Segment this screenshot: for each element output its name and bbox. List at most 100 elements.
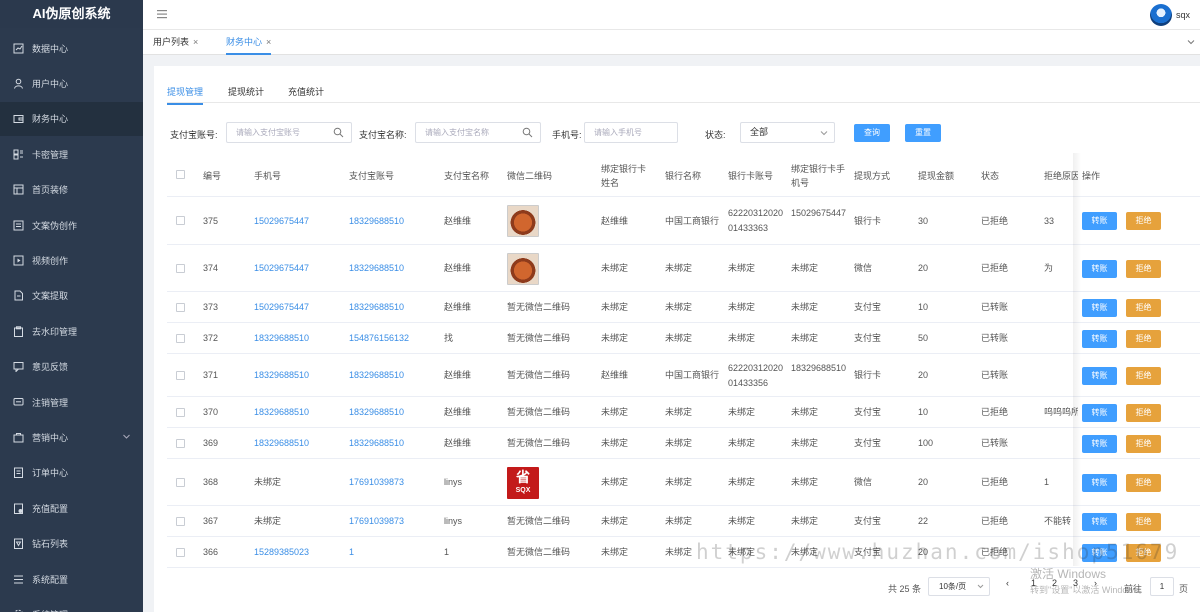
cell-phone[interactable]: 15289385023 (254, 545, 309, 560)
cell-amount: 50 (918, 333, 929, 343)
reject-button[interactable]: 拒绝 (1126, 434, 1161, 453)
sidebar-item-user-center[interactable]: 用户中心 (0, 66, 143, 100)
sidebar-item-watermark[interactable]: 去水印管理 (0, 314, 143, 348)
cell-alipay[interactable]: 17691039873 (349, 475, 404, 490)
wechat-qr-image[interactable]: 省 SQX (507, 466, 539, 499)
row-checkbox[interactable] (176, 370, 185, 380)
sidebar-item-label: 文案伪创作 (32, 220, 78, 231)
cell-card-name: 赵维维 (601, 215, 629, 226)
transfer-button[interactable]: 转账 (1082, 329, 1117, 348)
page-size-select[interactable]: 10条/页 (928, 577, 990, 596)
reject-button[interactable]: 拒绝 (1126, 366, 1161, 385)
cell-alipay[interactable]: 1 (349, 545, 354, 560)
sidebar-item-card-key[interactable]: 卡密管理 (0, 137, 143, 171)
sidebar-item-feedback[interactable]: 意见反馈 (0, 350, 143, 384)
sidebar-item-cancel-manage[interactable]: 注销管理 (0, 385, 143, 419)
tab-recharge-stats[interactable]: 充值统计 (288, 85, 324, 103)
row-checkbox[interactable] (176, 407, 185, 417)
tab-user-list[interactable]: 用户列表 × (153, 30, 198, 55)
reject-button[interactable]: 拒绝 (1126, 212, 1161, 230)
sidebar-item-marketing[interactable]: 营销中心 (0, 420, 143, 454)
cell-phone[interactable]: 18329688510 (254, 436, 309, 451)
sidebar-item-copy-create[interactable]: 文案伪创作 (0, 208, 143, 242)
row-checkbox[interactable] (176, 263, 185, 273)
transfer-button[interactable]: 转账 (1082, 512, 1117, 531)
cell-phone[interactable]: 15029675447 (254, 261, 309, 276)
tab-withdraw-stats[interactable]: 提现统计 (228, 85, 264, 103)
row-checkbox[interactable] (176, 216, 185, 225)
sidebar-item-system-config[interactable]: 系统配置 (0, 562, 143, 596)
cell-alipay[interactable]: 18329688510 (349, 261, 404, 276)
reject-button[interactable]: 拒绝 (1126, 473, 1161, 492)
reject-button[interactable]: 拒绝 (1126, 329, 1161, 348)
close-icon[interactable]: × (266, 37, 271, 47)
phone-input[interactable]: 请输入手机号 (584, 122, 678, 143)
cell-phone[interactable]: 18329688510 (254, 405, 309, 420)
sidebar-item-video-create[interactable]: 视频创作 (0, 243, 143, 277)
sidebar-item-system-manage[interactable]: 系统管理 (0, 597, 143, 612)
qr-logo-caption: SQX (515, 486, 531, 494)
sidebar-item-diamond-list[interactable]: 钻石列表 (0, 527, 143, 561)
cell-alipay[interactable]: 18329688510 (349, 300, 404, 315)
cell-alipay[interactable]: 18329688510 (349, 436, 404, 451)
sidebar-item-finance-center[interactable]: 财务中心 (0, 101, 143, 136)
status-select[interactable]: 全部 (740, 122, 835, 143)
transfer-button[interactable]: 转账 (1082, 366, 1117, 385)
sidebar-item-home-decor[interactable]: 首页装修 (0, 173, 143, 207)
select-all-checkbox[interactable] (176, 170, 185, 179)
username[interactable]: sqx (1176, 10, 1190, 20)
row-checkbox[interactable] (176, 438, 185, 448)
alipay-account-input[interactable]: 请输入支付宝账号 (226, 122, 352, 143)
cell-phone[interactable]: 18329688510 (254, 368, 309, 383)
transfer-button[interactable]: 转账 (1082, 212, 1117, 230)
cell-phone[interactable]: 15029675447 (254, 214, 309, 229)
cell-alipay[interactable]: 17691039873 (349, 514, 404, 529)
search-icon[interactable] (333, 127, 344, 138)
cell-alipay[interactable]: 18329688510 (349, 368, 404, 383)
row-checkbox[interactable] (176, 516, 185, 526)
row-checkbox[interactable] (176, 333, 185, 343)
cell-phone[interactable]: 18329688510 (254, 331, 309, 346)
transfer-button[interactable]: 转账 (1082, 403, 1117, 422)
transfer-button[interactable]: 转账 (1082, 298, 1117, 317)
wechat-qr-image[interactable] (507, 205, 539, 237)
row-checkbox[interactable] (176, 302, 185, 312)
cell-card-phone: 18329688510 (791, 362, 847, 373)
reject-button[interactable]: 拒绝 (1126, 298, 1161, 317)
goto-page-input[interactable]: 1 (1150, 577, 1174, 596)
reject-button[interactable]: 拒绝 (1126, 259, 1161, 278)
cell-phone[interactable]: 15029675447 (254, 300, 309, 315)
transfer-button[interactable]: 转账 (1082, 473, 1117, 492)
prev-page-button[interactable]: ‹ (1006, 578, 1009, 588)
sidebar-item-recharge-config[interactable]: 充值配置 (0, 491, 143, 525)
cell-amount: 100 (918, 438, 934, 448)
alipay-name-input[interactable]: 请输入支付宝名称 (415, 122, 541, 143)
cell-bank: 未绑定 (665, 302, 693, 312)
search-icon[interactable] (522, 127, 533, 138)
transfer-button[interactable]: 转账 (1082, 434, 1117, 453)
cell-alipay[interactable]: 18329688510 (349, 214, 404, 229)
avatar[interactable] (1150, 4, 1172, 26)
wechat-qr-image[interactable] (507, 252, 539, 285)
row-checkbox[interactable] (176, 477, 185, 487)
transfer-button[interactable]: 转账 (1082, 259, 1117, 278)
close-icon[interactable]: × (193, 37, 198, 47)
reset-button[interactable]: 重置 (905, 124, 941, 142)
sidebar-item-data-center[interactable]: 数据中心 (0, 31, 143, 65)
sidebar-item-orders[interactable]: 订单中心 (0, 456, 143, 490)
hamburger-icon[interactable] (156, 8, 168, 20)
sidebar-item-label: 注销管理 (32, 397, 69, 408)
cell-alipay-name: 赵维维 (444, 438, 472, 448)
query-button[interactable]: 查询 (854, 124, 890, 142)
reject-button[interactable]: 拒绝 (1126, 403, 1161, 422)
tab-finance-center[interactable]: 财务中心 × (226, 30, 272, 55)
sidebar-item-copy-extract[interactable]: 文案提取 (0, 279, 143, 313)
cell-alipay[interactable]: 154876156132 (349, 331, 409, 346)
page-size-value: 10条/页 (939, 582, 967, 591)
cell-amount: 10 (918, 407, 929, 417)
reject-button[interactable]: 拒绝 (1126, 512, 1161, 531)
cell-status: 已拒绝 (981, 407, 1009, 417)
chevron-down-icon[interactable] (1186, 37, 1196, 47)
row-checkbox[interactable] (176, 547, 185, 557)
cell-alipay[interactable]: 18329688510 (349, 405, 404, 420)
